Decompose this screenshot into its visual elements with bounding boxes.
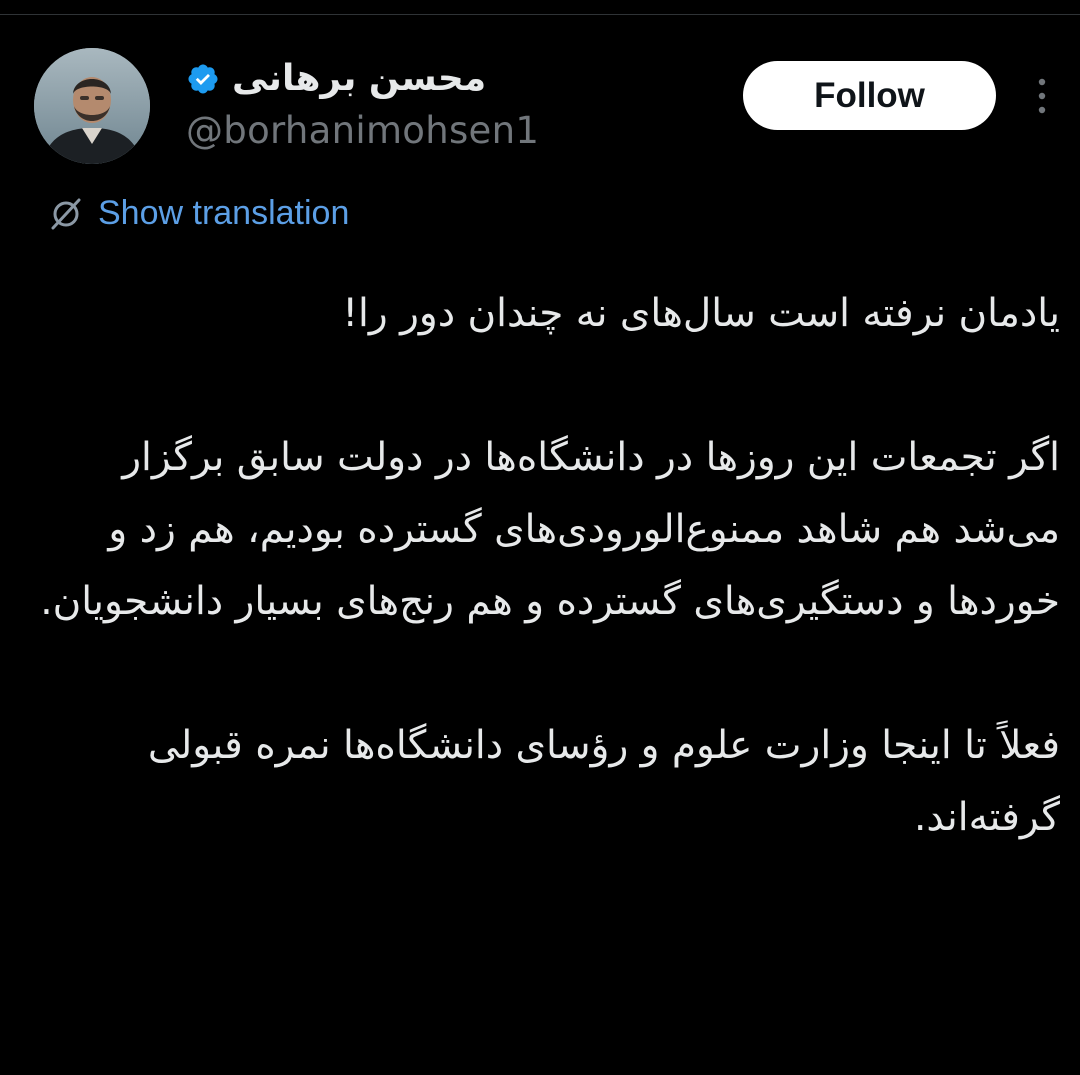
show-translation-link[interactable]: Show translation (46, 190, 349, 236)
avatar[interactable] (34, 48, 150, 164)
author-name-row: محسن برهانی (186, 54, 486, 104)
verified-badge-icon (188, 64, 218, 94)
more-vertical-icon[interactable] (1030, 76, 1054, 116)
tweet-paragraph: اگر تجمعات این روزها در دانشگاه‌ها در دو… (40, 435, 1060, 624)
author-display-name[interactable]: محسن برهانی (232, 61, 486, 97)
translate-globe-icon (51, 198, 81, 230)
tweet-paragraph: یادمان نرفته است سال‌های نه چندان دور را… (342, 291, 1060, 336)
tweet-text: یادمان نرفته است سال‌های نه چندان دور را… (30, 278, 1060, 854)
top-divider (0, 14, 1080, 15)
author-handle[interactable]: @borhanimohsen1 (186, 108, 539, 154)
follow-button[interactable]: Follow (743, 61, 996, 130)
tweet-paragraph: فعلاً تا اینجا وزارت علوم و رؤسای دانشگا… (147, 723, 1060, 840)
show-translation-label: Show translation (98, 193, 350, 232)
